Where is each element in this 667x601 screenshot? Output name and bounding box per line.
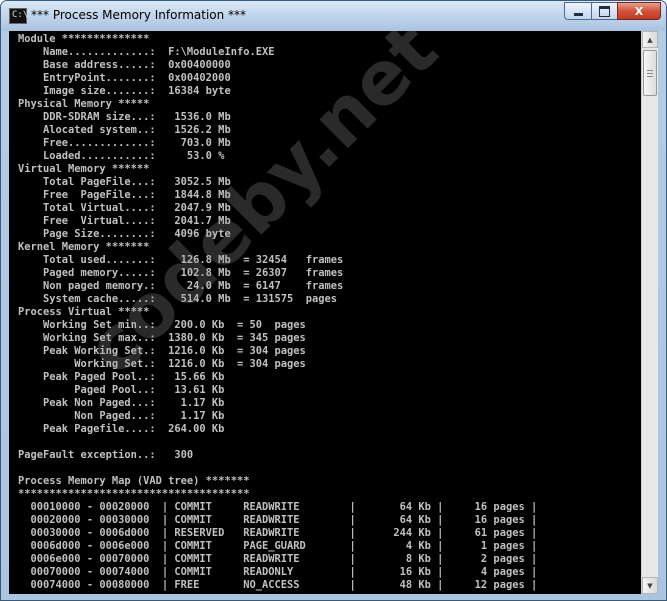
console-line: 0006e000 - 00070000 | COMMIT READWRITE |…	[18, 553, 538, 565]
console-line: Kernel Memory *******	[18, 241, 150, 253]
console-line: Virtual Memory ******	[18, 163, 150, 175]
console-line: Working Set min..: 200.0 Kb = 50 pages	[18, 319, 306, 331]
console-app-icon-text: C:\	[12, 10, 29, 20]
console-line: Alocated system..: 1526.2 Mb	[18, 124, 231, 136]
console-line: 00074000 - 00080000 | FREE NO_ACCESS | 4…	[18, 579, 538, 591]
caption-buttons: X	[564, 2, 661, 21]
console-line: Process Virtual *****	[18, 306, 150, 318]
console-line: Working Set.: 1216.0 Kb = 304 pages	[18, 358, 306, 370]
console-line: Paged Pool..: 13.61 Kb	[18, 384, 225, 396]
console-line: Total PageFile...: 3052.5 Mb	[18, 176, 231, 188]
console-line: PageFault exception..: 300	[18, 449, 194, 461]
console-line: Peak Non Paged...: 1.17 Kb	[18, 397, 225, 409]
console-line: Total Virtual....: 2047.9 Mb	[18, 202, 231, 214]
console-line: *************************************	[18, 488, 250, 500]
console-line: Peak Working Set.: 1216.0 Kb = 304 pages	[18, 345, 306, 357]
console-line: System cache.....: 514.0 Mb = 131575 pag…	[18, 293, 338, 305]
console-line: Process Memory Map (VAD tree) *******	[18, 475, 250, 487]
console-line: Working Set max..: 1380.0 Kb = 345 pages	[18, 332, 306, 344]
console-line: Non Paged...: 1.17 Kb	[18, 410, 225, 422]
console-line: Module **************	[18, 33, 150, 45]
minimize-button[interactable]	[564, 2, 591, 20]
console-line: Physical Memory *****	[18, 98, 150, 110]
console-line: Non paged memory.: 24.0 Mb = 6147 frames	[18, 280, 344, 292]
console-line: 00030000 - 0006d000 | RESERVED READWRITE…	[18, 527, 538, 539]
close-icon: X	[634, 4, 644, 18]
vertical-scrollbar[interactable]: ▲ ▼	[641, 31, 658, 594]
scrollbar-grip-line	[647, 76, 653, 77]
console-line: Peak Paged Pool..: 15.66 Kb	[18, 371, 225, 383]
console-line: 00070000 - 00074000 | COMMIT READONLY | …	[18, 566, 538, 578]
console-line: DDR-SDRAM size...: 1536.0 Mb	[18, 111, 231, 123]
console-line: 00020000 - 00030000 | COMMIT READWRITE |…	[18, 514, 538, 526]
console-line: Free.............: 703.0 Mb	[18, 137, 231, 149]
title-bar[interactable]: C:\ *** Process Memory Information *** X	[1, 1, 666, 31]
console-line: Loaded...........: 53.0 %	[18, 150, 225, 162]
console-line: Image size.......: 16384 byte	[18, 85, 231, 97]
console-line: 0006d000 - 0006e000 | COMMIT PAGE_GUARD …	[18, 540, 538, 552]
maximize-button[interactable]	[591, 2, 617, 20]
window-title: *** Process Memory Information ***	[31, 8, 247, 22]
console-line: Base address.....: 0x00400000	[18, 59, 231, 71]
maximize-icon	[599, 5, 610, 17]
console-line: Free Virtual....: 2041.7 Mb	[18, 215, 231, 227]
minimize-icon	[573, 12, 583, 16]
console-line: Total used.......: 126.8 Mb = 32454 fram…	[18, 254, 344, 266]
console-output-area[interactable]: codeby.net Module ************** Name...…	[9, 31, 641, 594]
close-button[interactable]: X	[617, 2, 661, 20]
scrollbar-grip-line	[647, 73, 653, 74]
scrollbar-thumb[interactable]	[643, 50, 657, 96]
console-output-text: Module ************** Name.............:…	[9, 31, 641, 592]
scroll-down-arrow-icon: ▼	[647, 581, 653, 590]
scroll-down-button[interactable]: ▼	[642, 577, 658, 594]
console-app-icon[interactable]: C:\	[9, 8, 29, 24]
scroll-up-arrow-icon: ▲	[647, 35, 653, 44]
scroll-up-button[interactable]: ▲	[642, 31, 658, 48]
console-line: EntryPoint.......: 0x00402000	[18, 72, 231, 84]
console-line: Peak Pagefile....: 264.00 Kb	[18, 423, 225, 435]
console-window: C:\ *** Process Memory Information *** X…	[0, 0, 667, 601]
console-line: Paged memory.....: 102.8 Mb = 26307 fram…	[18, 267, 344, 279]
console-line: Free PageFile...: 1844.8 Mb	[18, 189, 231, 201]
console-line: Page Size........: 4096 byte	[18, 228, 231, 240]
console-line: 00010000 - 00020000 | COMMIT READWRITE |…	[18, 501, 538, 513]
console-line: Name.............: F:\ModuleInfo.EXE	[18, 46, 275, 58]
scrollbar-grip-line	[647, 70, 653, 71]
